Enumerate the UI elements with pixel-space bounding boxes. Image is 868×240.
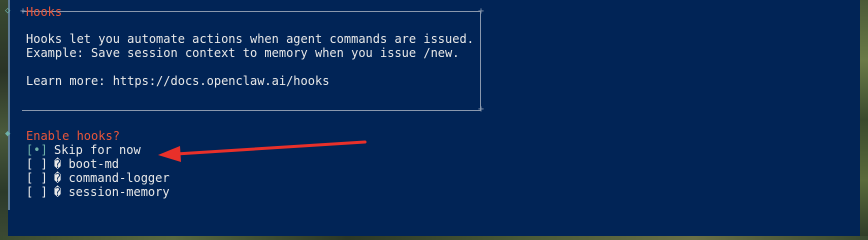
desktop-background-bottom bbox=[0, 236, 868, 240]
terminal-window[interactable]: ◇ ◆ + + + Hooks Hooks let you automate a… bbox=[5, 0, 860, 236]
desktop-background-left bbox=[0, 0, 8, 240]
red-arrow-icon bbox=[158, 140, 367, 162]
desktop-background-right bbox=[860, 0, 868, 240]
